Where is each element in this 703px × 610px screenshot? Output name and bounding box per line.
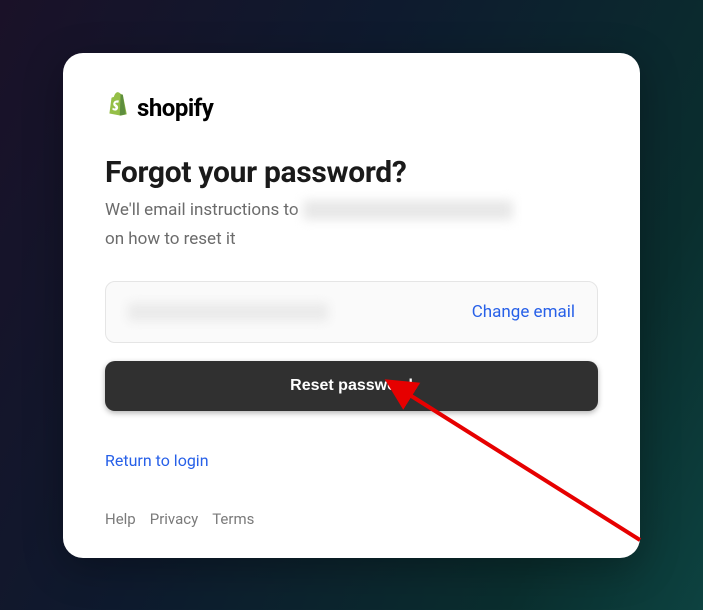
redacted-email-inline <box>303 200 513 220</box>
brand-logo: shopify <box>105 91 598 125</box>
brand-name: shopify <box>137 94 213 122</box>
help-link[interactable]: Help <box>105 510 136 528</box>
reset-password-button[interactable]: Reset password <box>105 361 598 411</box>
privacy-link[interactable]: Privacy <box>150 510 198 528</box>
password-reset-card: shopify Forgot your password? We'll emai… <box>63 53 640 558</box>
instructions-text: We'll email instructions to on how to re… <box>105 198 598 253</box>
redacted-email <box>128 303 328 321</box>
shopify-bag-icon <box>105 91 131 125</box>
change-email-link[interactable]: Change email <box>472 302 575 322</box>
terms-link[interactable]: Terms <box>212 510 254 528</box>
instructions-suffix: on how to reset it <box>105 227 236 253</box>
return-to-login-link[interactable]: Return to login <box>105 451 209 470</box>
page-title: Forgot your password? <box>105 155 598 190</box>
email-display-box: Change email <box>105 281 598 343</box>
instructions-prefix: We'll email instructions to <box>105 198 299 224</box>
footer-links: Help Privacy Terms <box>105 510 598 528</box>
